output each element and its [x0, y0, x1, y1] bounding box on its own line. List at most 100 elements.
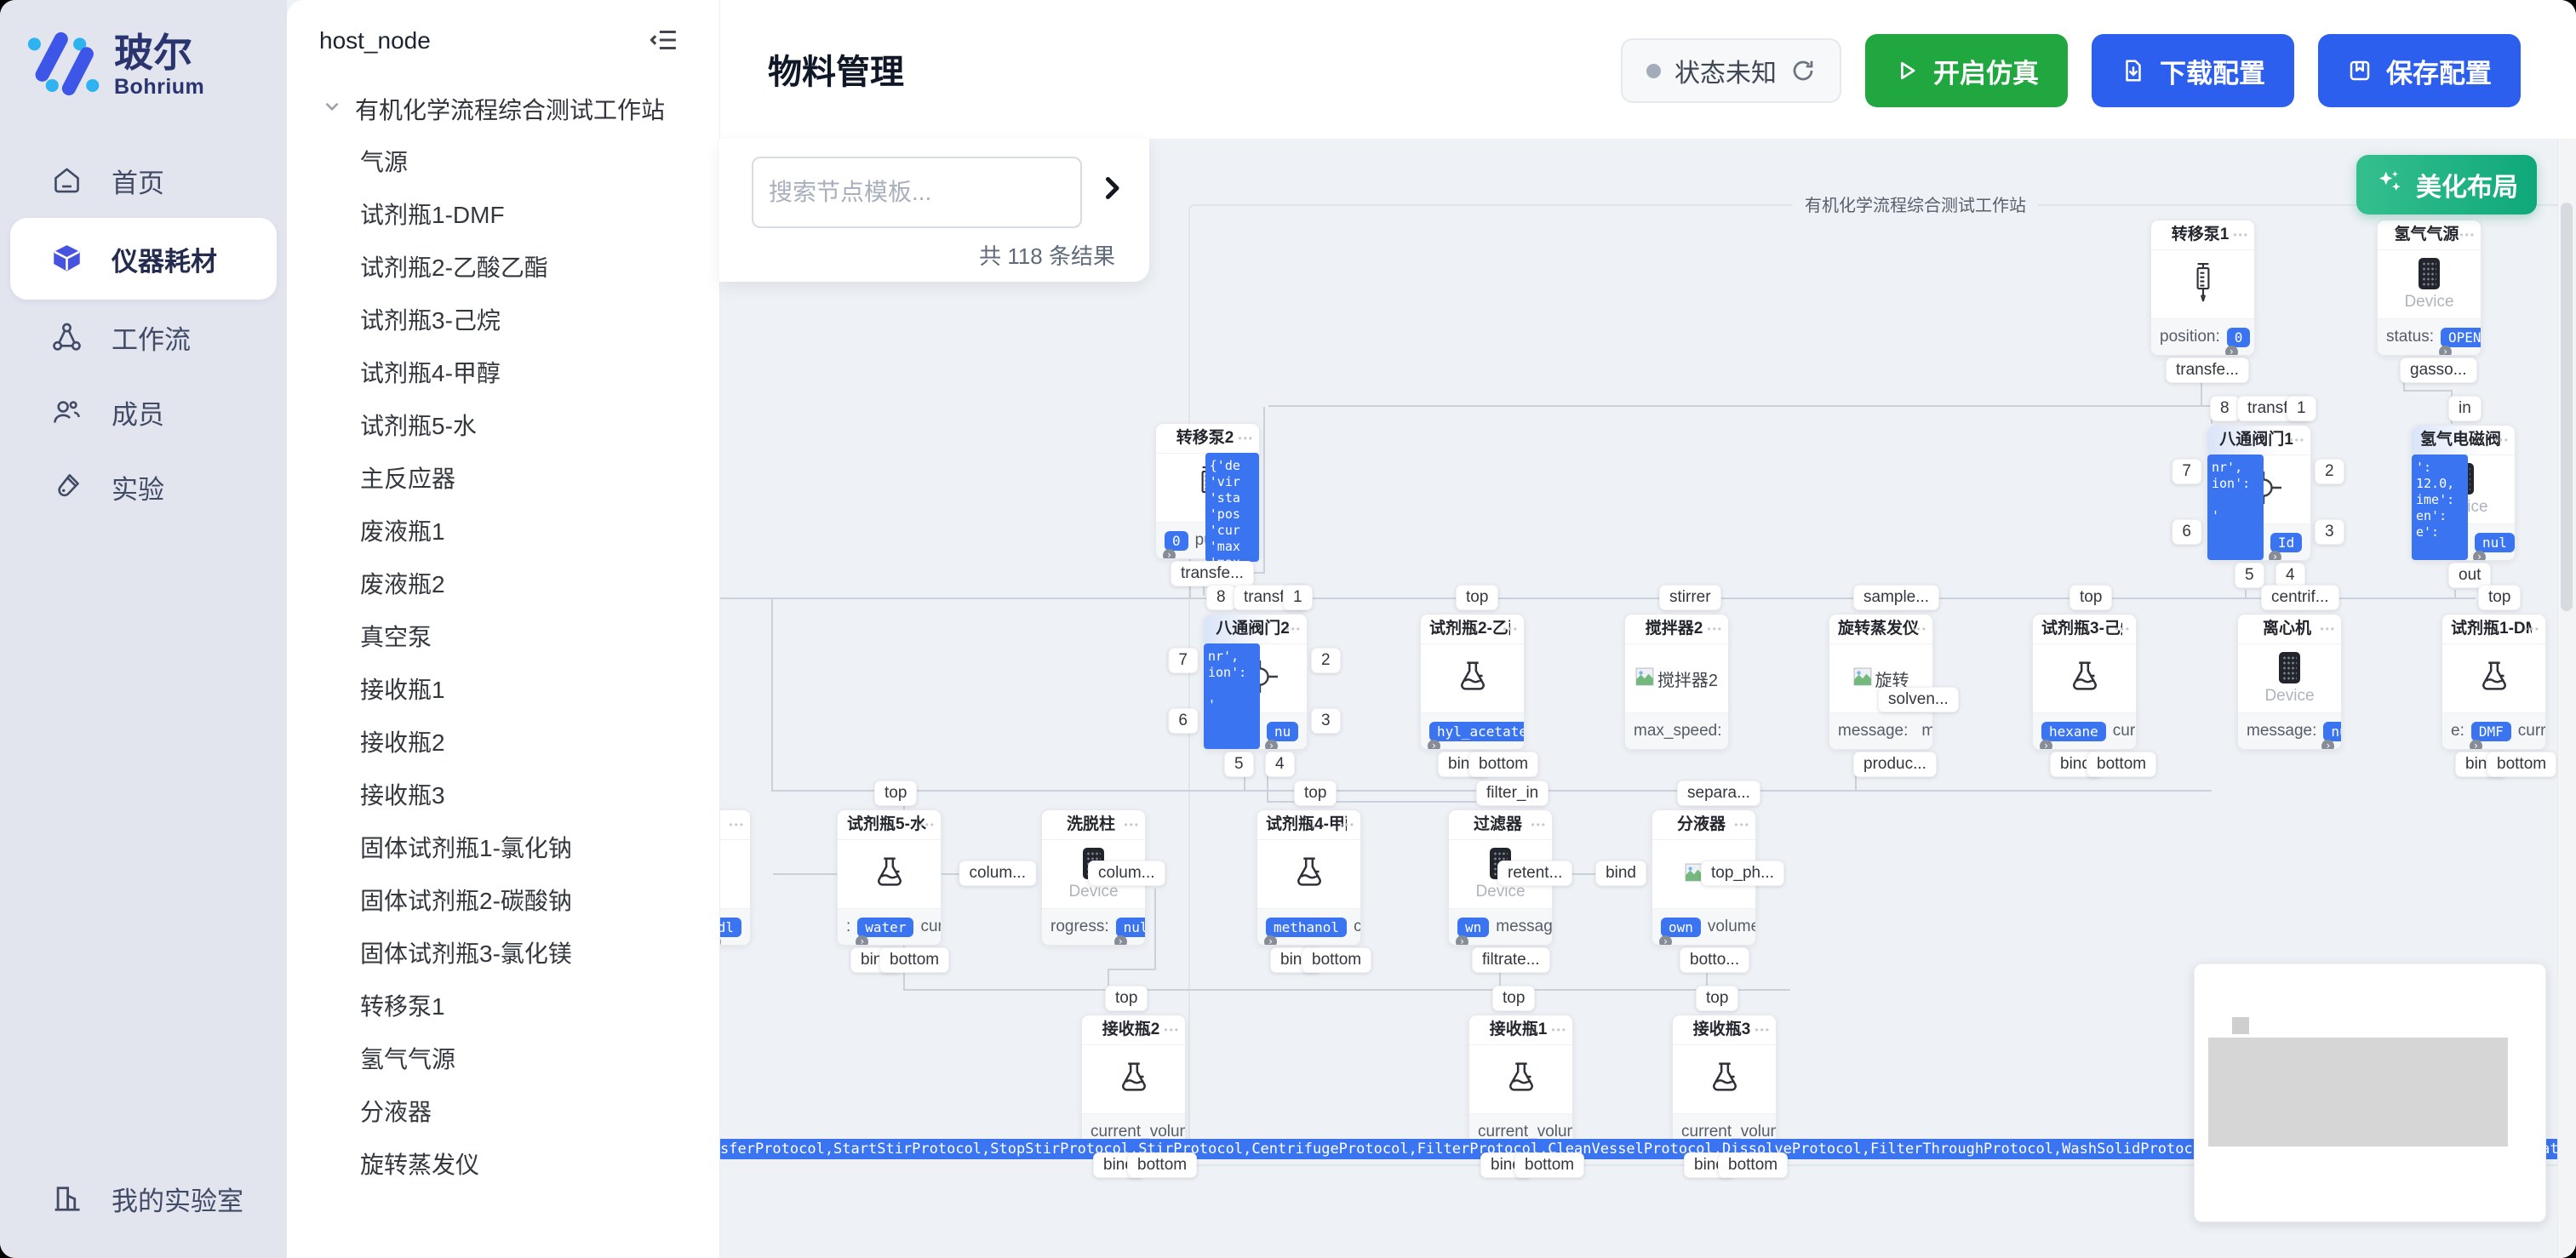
status-badge[interactable]: 状态未知 [1621, 38, 1841, 103]
node-reagent-bottle-5[interactable]: 试剂瓶5-水•••:watercurrent_v [837, 809, 942, 946]
field-value-badge[interactable]: own [1661, 918, 1701, 937]
node-fields[interactable]: message:nullma [2238, 712, 2341, 749]
node-reagent-bottle-3[interactable]: 试剂瓶3-己烷•••hexanecurrent_v [2032, 614, 2137, 750]
field-value-badge[interactable]: hyl_acetate [1429, 722, 1524, 741]
node-header[interactable]: 洗脱柱••• [1042, 810, 1145, 840]
vertical-scrollbar[interactable] [2557, 139, 2576, 1258]
node-fields[interactable]: :watercurrent_v [838, 908, 941, 945]
node-fields[interactable]: wnmessage:ma [1449, 908, 1552, 945]
field-value-badge[interactable]: 0 [1165, 531, 1188, 551]
node-header[interactable]: 分液器••• [1652, 810, 1755, 840]
node-menu-icon[interactable]: ••• [1503, 615, 1519, 643]
node-menu-icon[interactable]: ••• [1531, 810, 1547, 839]
node-header[interactable]: 八通阀门2••• [1204, 615, 1307, 644]
node-menu-icon[interactable]: ••• [1755, 1015, 1771, 1044]
port-label[interactable]: top_ph... [1701, 861, 1784, 886]
node-header[interactable]: 接收瓶2••• [1082, 1015, 1185, 1045]
node-clipped-node[interactable]: ••• dl [719, 809, 751, 946]
node-reagent-bottle-2[interactable]: 试剂瓶2-乙酸乙酯•••hyl_acetatecurre [1420, 614, 1525, 750]
port-label[interactable]: top [1492, 986, 1535, 1011]
port-label[interactable]: 4 [1265, 752, 1295, 777]
minimap[interactable] [2194, 964, 2546, 1222]
tree-item[interactable]: 接收瓶3 [287, 769, 719, 822]
tree-root-item[interactable]: 有机化学流程综合测试工作站 [287, 82, 719, 136]
tree-item[interactable]: 气源 [287, 136, 719, 189]
field-value-badge[interactable]: nu [1267, 722, 1298, 741]
port-label[interactable]: 6 [2172, 519, 2201, 545]
port-label[interactable]: filter_in [1476, 781, 1548, 806]
refresh-icon[interactable] [1790, 58, 1816, 83]
port-label[interactable]: separa... [1677, 781, 1760, 806]
node-menu-icon[interactable]: ••• [1339, 810, 1355, 839]
port-label[interactable]: 7 [1168, 648, 1198, 673]
node-header[interactable]: 转移泵1••• [2151, 220, 2254, 250]
tree-item[interactable]: 主反应器 [287, 453, 719, 506]
node-header[interactable]: 过滤器••• [1449, 810, 1552, 840]
tree-item[interactable]: 固体试剂瓶1-氯化钠 [287, 822, 719, 875]
tree-item[interactable]: 固体试剂瓶2-碳酸钠 [287, 875, 719, 928]
port-label[interactable]: top [2069, 585, 2112, 610]
port-label[interactable]: gasso... [2400, 357, 2477, 383]
node-menu-icon[interactable]: ••• [1164, 1015, 1180, 1044]
node-header[interactable]: 试剂瓶2-乙酸乙酯••• [1421, 615, 1524, 644]
node-rotary-evaporator[interactable]: 旋转蒸发仪•••旋转message:max_ [1829, 614, 1933, 750]
node-menu-icon[interactable]: ••• [1911, 615, 1927, 643]
field-value-badge[interactable]: dl [719, 918, 741, 937]
node-fields[interactable]: methanolc [1257, 908, 1360, 945]
tree-item[interactable]: 废液瓶1 [287, 506, 719, 558]
node-header[interactable]: 八通阀门1••• [2207, 426, 2310, 455]
beautify-layout-button[interactable]: 美化布局 [2356, 155, 2537, 214]
node-fields[interactable]: rogress:nullcolu [1042, 908, 1145, 945]
port-label[interactable]: centrif... [2261, 585, 2339, 610]
field-value-badge[interactable]: wn [1457, 918, 1489, 937]
node-eight-way-valve-2[interactable]: 八通阀门2•••status:nunr',ion': ' [1203, 614, 1308, 750]
port-label[interactable]: bottom [879, 947, 949, 973]
tree-item[interactable]: 试剂瓶1-DMF [287, 189, 719, 242]
port-label[interactable]: bottom [1718, 1152, 1788, 1178]
port-label[interactable]: 3 [2315, 519, 2344, 545]
brand-logo[interactable]: 玻尔 Bohrium [26, 31, 204, 101]
tree-item[interactable]: 接收瓶1 [287, 664, 719, 717]
node-fields[interactable]: status:OPEN [2378, 318, 2481, 355]
node-menu-icon[interactable]: ••• [2233, 220, 2249, 249]
download-config-button[interactable]: 下载配置 [2092, 34, 2294, 107]
port-label[interactable]: bottom [2087, 752, 2156, 777]
node-menu-icon[interactable]: ••• [2524, 615, 2540, 643]
tree-item[interactable]: 真空泵 [287, 611, 719, 664]
node-menu-icon[interactable]: ••• [729, 810, 745, 839]
node-header[interactable]: 试剂瓶1-DMF••• [2442, 615, 2545, 644]
node-fields[interactable]: position:0pump [2151, 318, 2254, 355]
port-label[interactable]: bottom [1302, 947, 1371, 973]
sidebar-item-my-lab[interactable]: 我的实验室 [0, 1161, 287, 1236]
node-header[interactable]: 氢气电磁阀••• [2412, 426, 2515, 455]
port-label[interactable]: stirrer [1659, 585, 1721, 610]
port-label[interactable]: 7 [2172, 459, 2201, 484]
node-header[interactable]: 离心机••• [2238, 615, 2341, 644]
port-label[interactable]: bind [1595, 861, 1646, 886]
field-value-badge[interactable]: null [1116, 918, 1145, 937]
port-label[interactable]: 1 [1283, 585, 1313, 610]
node-fields[interactable]: hexanecurrent_v [2033, 712, 2136, 749]
port-label[interactable]: produc... [1853, 752, 1937, 777]
sidebar-item-home[interactable]: 首页 [0, 143, 287, 218]
node-menu-icon[interactable]: ••• [2320, 615, 2336, 643]
port-label[interactable]: transfe... [2166, 357, 2249, 383]
field-value-badge[interactable]: Id [2270, 533, 2302, 552]
port-label[interactable]: botto... [1680, 947, 1749, 973]
tree-item[interactable]: 试剂瓶3-己烷 [287, 294, 719, 347]
node-menu-icon[interactable]: ••• [1707, 615, 1723, 643]
field-value-badge[interactable]: OPEN [2441, 328, 2481, 347]
port-label[interactable]: 5 [2235, 563, 2264, 588]
port-label[interactable]: bottom [2487, 752, 2556, 777]
port-label[interactable]: top [874, 781, 917, 806]
node-header[interactable]: 搅拌器2••• [1625, 615, 1728, 644]
node-eight-way-valve-1[interactable]: 八通阀门1•••status:Idnr',ion': ' [2207, 425, 2311, 561]
node-menu-icon[interactable]: ••• [1238, 424, 1254, 453]
port-label[interactable]: 5 [1224, 752, 1254, 777]
node-header[interactable]: 氢气气源••• [2378, 220, 2481, 250]
port-label[interactable]: 8 [1206, 585, 1236, 610]
port-label[interactable]: filtrate... [1472, 947, 1550, 973]
node-reagent-bottle-1[interactable]: 试剂瓶1-DMF•••e:DMFcurrent_vol [2441, 614, 2546, 750]
field-value-badge[interactable]: DMF [2471, 722, 2511, 741]
chevron-right-icon[interactable] [1096, 173, 1127, 203]
